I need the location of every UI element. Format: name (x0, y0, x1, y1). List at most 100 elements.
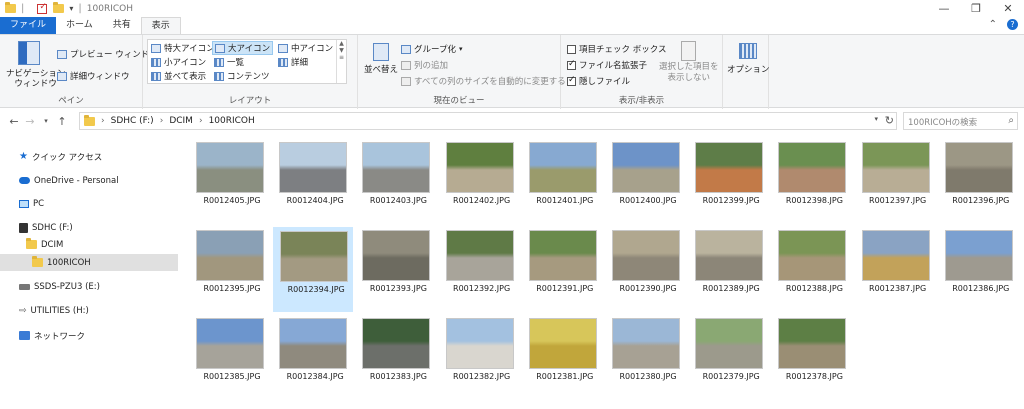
layout-details[interactable]: 詳細 (278, 56, 308, 68)
nav-100ricoh[interactable]: 100RICOH (0, 254, 178, 271)
file-thumbnail[interactable]: R0012395.JPG (190, 227, 270, 312)
file-thumbnail[interactable]: R0012380.JPG (606, 315, 686, 400)
file-name: R0012379.JPG (702, 372, 760, 381)
file-thumbnail[interactable]: R0012396.JPG (939, 139, 1019, 224)
nav-utilities[interactable]: ⇨ UTILITIES (H:) (0, 302, 178, 319)
file-thumbnail[interactable]: R0012386.JPG (939, 227, 1019, 312)
file-extension-toggle[interactable]: ファイル名拡張子 (567, 59, 647, 71)
quick-access-dropdown-icon[interactable]: ▾ (69, 4, 73, 13)
address-dropdown-icon[interactable]: ▾ (874, 115, 878, 123)
layout-tiles[interactable]: 並べて表示 (151, 70, 206, 82)
layout-large-icons[interactable]: 大アイコン (212, 41, 274, 55)
nav-pc[interactable]: PC (0, 195, 178, 212)
group-by-button[interactable]: グループ化 ▾ (401, 43, 463, 55)
new-folder-icon[interactable] (53, 2, 65, 13)
file-thumbnail[interactable]: R0012383.JPG (356, 315, 436, 400)
breadcrumb-dcim[interactable]: DCIM (169, 116, 193, 126)
properties-icon[interactable] (37, 2, 48, 14)
nav-onedrive[interactable]: OneDrive - Personal (0, 172, 178, 189)
nav-sdhc[interactable]: SDHC (F:) (0, 219, 178, 236)
hidden-files-checkbox[interactable] (567, 75, 576, 86)
photo-preview (778, 230, 847, 281)
file-thumbnail[interactable]: R0012378.JPG (772, 315, 852, 400)
file-extension-checkbox[interactable] (567, 59, 576, 70)
close-button[interactable]: ✕ (992, 0, 1024, 17)
file-thumbnail[interactable]: R0012381.JPG (523, 315, 603, 400)
tab-view[interactable]: 表示 (140, 17, 181, 34)
photo-preview (778, 142, 847, 193)
tab-file[interactable]: ファイル (0, 17, 57, 34)
fit-columns-button[interactable]: すべての列のサイズを自動的に変更する (401, 75, 566, 87)
file-thumbnail[interactable]: R0012400.JPG (606, 139, 686, 224)
refresh-button[interactable]: ↻ (885, 114, 894, 127)
search-input[interactable]: 100RICOHの検索 ⌕ (903, 112, 1018, 130)
help-icon[interactable]: ? (1007, 19, 1018, 30)
layout-content[interactable]: コンテンツ (214, 70, 270, 82)
layout-small-icons[interactable]: 小アイコン (151, 56, 206, 68)
up-button[interactable]: ↑ (54, 115, 70, 128)
back-button[interactable]: ← (6, 115, 22, 128)
file-thumbnail[interactable]: R0012388.JPG (772, 227, 852, 312)
sort-button[interactable]: 並べ替え (364, 43, 398, 75)
nav-quick-access[interactable]: ★ クイック アクセス (0, 148, 178, 165)
options-label: オプション (727, 65, 770, 75)
chevron-down-icon: ▾ (459, 45, 463, 53)
item-checkbox-label: 項目チェック ボックス (579, 45, 667, 55)
nav-ssds[interactable]: SSDS-PZU3 (E:) (0, 278, 178, 295)
minimize-button[interactable]: — (928, 0, 960, 17)
breadcrumb-separator: › (159, 116, 164, 126)
nav-dcim[interactable]: DCIM (0, 236, 178, 253)
file-thumbnail[interactable]: R0012404.JPG (273, 139, 353, 224)
options-button[interactable]: オプション (727, 43, 770, 75)
photo-preview (280, 231, 349, 282)
address-field[interactable]: › SDHC (F:) › DCIM › 100RICOH ▾ ↻ (79, 112, 897, 130)
tab-home[interactable]: ホーム (56, 17, 103, 34)
file-thumbnail[interactable]: R0012384.JPG (273, 315, 353, 400)
breadcrumb-100ricoh[interactable]: 100RICOH (209, 116, 255, 126)
hide-selected-label: 選択した項目を (659, 62, 719, 72)
details-pane-button[interactable]: 詳細ウィンドウ (57, 70, 130, 82)
pane-group: ナビゲーション ウィンドウ プレビュー ウィンドウ 詳細ウィンドウ ペイン (0, 35, 158, 109)
layout-medium-icons[interactable]: 中アイコン (278, 42, 333, 54)
file-thumbnail[interactable]: R0012392.JPG (440, 227, 520, 312)
file-thumbnail[interactable]: R0012387.JPG (856, 227, 936, 312)
recent-locations-button[interactable]: ▾ (38, 117, 54, 125)
item-checkbox-checkbox[interactable] (567, 44, 576, 54)
file-name: R0012399.JPG (702, 196, 760, 205)
file-thumbnail[interactable]: R0012382.JPG (440, 315, 520, 400)
file-thumbnail[interactable]: R0012399.JPG (689, 139, 769, 224)
file-thumbnail[interactable]: R0012402.JPG (440, 139, 520, 224)
title-separator: | (21, 3, 25, 14)
file-thumbnail[interactable]: R0012385.JPG (190, 315, 270, 400)
nav-network[interactable]: ネットワーク (0, 327, 178, 344)
file-thumbnail[interactable]: R0012405.JPG (190, 139, 270, 224)
item-checkbox-toggle[interactable]: 項目チェック ボックス (567, 43, 666, 55)
sort-label: 並べ替え (364, 65, 399, 75)
navigation-pane-icon[interactable] (18, 41, 40, 65)
file-thumbnail[interactable]: R0012379.JPG (689, 315, 769, 400)
collapse-ribbon-icon[interactable]: ⌃ (989, 19, 997, 30)
file-thumbnail[interactable]: R0012393.JPG (356, 227, 436, 312)
layout-gallery-scroll[interactable]: ▲ ▼ ≡ (336, 40, 346, 83)
tab-share[interactable]: 共有 (103, 17, 141, 34)
file-thumbnail[interactable]: R0012398.JPG (772, 139, 852, 224)
cloud-icon (19, 177, 30, 184)
photo-preview (445, 142, 514, 193)
add-column-button[interactable]: 列の追加 (401, 59, 448, 71)
file-thumbnail[interactable]: R0012397.JPG (856, 139, 936, 224)
file-thumbnail[interactable]: R0012391.JPG (523, 227, 603, 312)
layout-extra-large-icons[interactable]: 特大アイコン (151, 42, 215, 54)
file-thumbnail[interactable]: R0012403.JPG (356, 139, 436, 224)
breadcrumb-sdhc[interactable]: SDHC (F:) (111, 116, 154, 126)
file-thumbnail[interactable]: R0012401.JPG (523, 139, 603, 224)
maximize-button[interactable]: ❐ (960, 0, 992, 17)
hide-selected-button[interactable]: 選択した項目を 表示しない (659, 41, 719, 83)
content-icon (214, 71, 224, 81)
hidden-files-toggle[interactable]: 隠しファイル (567, 75, 630, 87)
layout-list[interactable]: 一覧 (214, 56, 244, 68)
file-thumbnail[interactable]: R0012394.JPG (273, 227, 354, 312)
file-thumbnail[interactable]: R0012390.JPG (606, 227, 686, 312)
details-pane-icon (57, 71, 67, 81)
file-thumbnail[interactable]: R0012389.JPG (689, 227, 769, 312)
forward-button[interactable]: → (22, 115, 38, 128)
